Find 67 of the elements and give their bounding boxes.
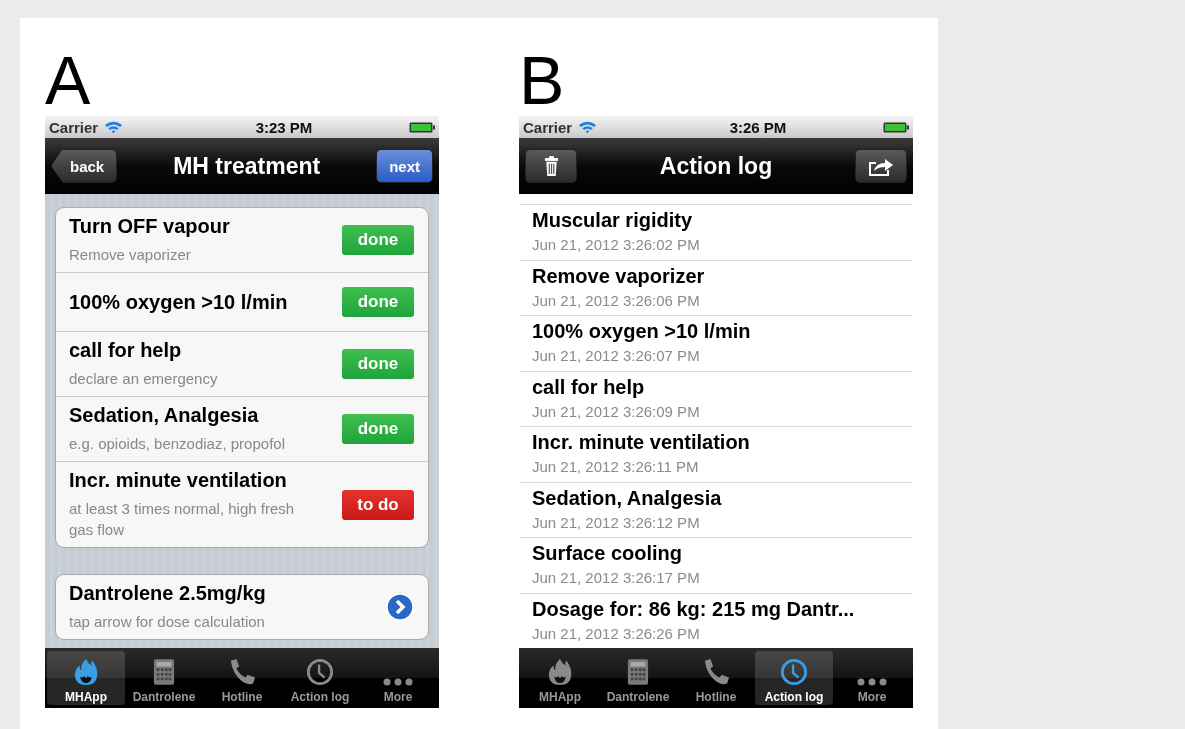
log-entry-title: Sedation, Analgesia	[532, 486, 723, 510]
phone-icon	[228, 658, 256, 686]
log-entry-time: Jun 21, 2012 3:26:09 PM	[532, 402, 701, 420]
log-entry-title: Incr. minute ventilation	[532, 431, 751, 454]
tab-item[interactable]: MHApp	[47, 651, 125, 705]
screen-title: Action log	[659, 152, 773, 180]
log-entry-time: Jun 21, 2012 3:26:11 PM	[532, 458, 700, 475]
tab-item[interactable]: Dantrolene	[125, 651, 203, 705]
clock-icon	[306, 658, 334, 686]
tab-item[interactable]: MHApp	[521, 651, 599, 705]
phone-icon	[702, 658, 730, 686]
delete-button[interactable]	[525, 149, 577, 183]
step-hint: e.g. opioids, benzodiaz, propofol	[69, 434, 286, 454]
share-button[interactable]	[855, 149, 907, 183]
panel-label: A	[45, 41, 92, 116]
flame-icon	[73, 658, 99, 686]
log-entry-time: Jun 21, 2012 3:26:17 PM	[532, 569, 701, 586]
step-title: Sedation, Analgesia	[69, 404, 260, 427]
clock-time: 3:23 PM	[255, 118, 313, 136]
carrier-label: Carrier	[523, 118, 573, 136]
battery-icon	[883, 121, 909, 133]
step-title: call for help	[69, 339, 183, 362]
calculator-icon	[627, 658, 649, 686]
more-icon	[383, 678, 413, 686]
step-title: 100% oxygen >10 l/min	[69, 290, 289, 314]
trash-icon	[543, 155, 559, 177]
log-entry-title: Muscular rigidity	[532, 209, 694, 232]
log-entry-time: Jun 21, 2012 3:26:07 PM	[532, 347, 701, 364]
calculator-icon	[153, 658, 175, 686]
log-entry-time: Jun 21, 2012 3:26:26 PM	[532, 624, 701, 642]
clock-icon	[780, 658, 808, 686]
panel-label: B	[519, 41, 566, 116]
log-entry-time: Jun 21, 2012 3:26:06 PM	[532, 291, 701, 309]
log-entry-time: Jun 21, 2012 3:26:12 PM	[532, 513, 701, 531]
tab-item[interactable]: Action log	[281, 651, 359, 705]
clock-time: 3:26 PM	[729, 118, 787, 136]
back-button[interactable]: back	[51, 149, 118, 183]
wifi-icon	[104, 120, 124, 134]
tab-item[interactable]: More	[359, 651, 437, 705]
log-entry-time: Jun 21, 2012 3:26:02 PM	[532, 236, 701, 253]
step-hint: Remove vaporizer	[69, 245, 192, 265]
step-title: Dantrolene 2.5mg/kg	[69, 582, 267, 605]
log-entry-title: Remove vaporizer	[532, 264, 706, 288]
tab-item[interactable]: Hotline	[203, 651, 281, 705]
screen-title: MH treatment	[173, 152, 321, 180]
battery-icon	[409, 121, 435, 133]
tab-item[interactable]: Action log	[755, 651, 833, 705]
chevron-icon[interactable]	[386, 593, 414, 621]
step-hint: declare an emergency	[69, 369, 219, 389]
step-hint: tap arrow for dose calculation	[69, 612, 266, 632]
log-entry-title: Surface cooling	[532, 542, 684, 565]
step-title: Turn OFF vapour	[69, 215, 231, 238]
share-icon	[868, 156, 894, 176]
step-hint: at least 3 times normal, high fresh gas flow	[69, 499, 296, 540]
log-entry-title: Dosage for: 86 kg: 215 mg Dantr...	[532, 597, 856, 621]
more-icon	[857, 678, 887, 686]
log-entry-title: call for help	[532, 375, 646, 399]
step-title: Incr. minute ventilation	[69, 469, 288, 492]
tab-item[interactable]: Hotline	[677, 651, 755, 705]
status-button[interactable]: to do	[342, 489, 414, 520]
flame-icon	[547, 658, 573, 686]
tab-item[interactable]: More	[833, 651, 911, 705]
wifi-icon	[578, 120, 598, 134]
next-button[interactable]: next	[376, 149, 433, 183]
carrier-label: Carrier	[49, 118, 99, 136]
log-entry-title: 100% oxygen >10 l/min	[532, 320, 752, 343]
tab-item[interactable]: Dantrolene	[599, 651, 677, 705]
